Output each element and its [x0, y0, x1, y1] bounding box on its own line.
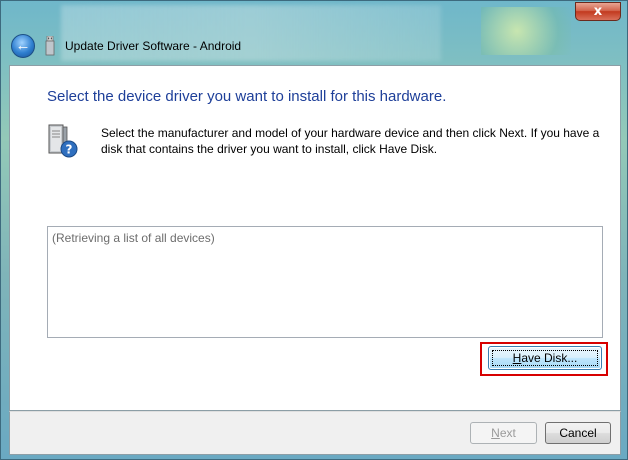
device-list[interactable]: (Retrieving a list of all devices)	[47, 226, 603, 338]
glass-background-highlight	[481, 7, 571, 55]
usb-device-icon	[45, 36, 55, 56]
next-button[interactable]: Next	[470, 422, 537, 444]
wizard-content: Select the device driver you want to ins…	[9, 65, 621, 411]
next-label: Next	[491, 426, 516, 440]
have-disk-label: Have Disk...	[512, 351, 578, 365]
instructions-text: Select the manufacturer and model of you…	[101, 126, 600, 156]
have-disk-button[interactable]: Have Disk...	[488, 346, 602, 370]
window-title: Update Driver Software - Android	[65, 39, 242, 53]
back-arrow-icon: ←	[15, 37, 31, 54]
svg-text:?: ?	[66, 143, 73, 157]
dialog-window: x ← Update Driver Software - Android Sel…	[0, 0, 628, 460]
hardware-unknown-device-icon: ?	[48, 124, 78, 158]
wizard-footer: Next Cancel	[9, 411, 621, 455]
page-heading: Select the device driver you want to ins…	[47, 88, 447, 105]
device-list-status: (Retrieving a list of all devices)	[52, 231, 215, 245]
close-icon: x	[593, 4, 603, 19]
close-button[interactable]: x	[575, 2, 621, 21]
cancel-button[interactable]: Cancel	[545, 422, 611, 444]
back-button[interactable]: ←	[11, 34, 35, 58]
